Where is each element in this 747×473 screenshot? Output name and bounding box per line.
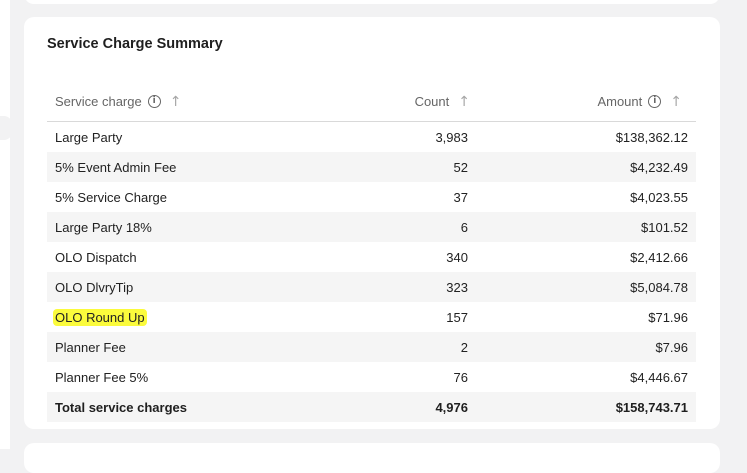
row-count: 3,983: [435, 130, 468, 145]
row-amount: $2,412.66: [630, 250, 688, 265]
left-panel-edge: [0, 0, 10, 449]
row-amount: $101.52: [641, 220, 688, 235]
card-title: Service Charge Summary: [47, 36, 223, 52]
row-service-charge: Large Party: [55, 130, 123, 145]
table-header: Service charge i ↑ Count ↑ Amount i ↑: [47, 85, 696, 122]
column-header-count-label: Count: [414, 94, 450, 109]
row-count: 340: [446, 250, 468, 265]
total-label: Total service charges: [55, 400, 187, 415]
row-amount: $4,023.55: [630, 190, 688, 205]
table-row: OLO Dispatch 340 $2,412.66: [47, 242, 696, 272]
row-service-charge: 5% Service Charge: [55, 190, 167, 205]
row-service-charge: 5% Event Admin Fee: [55, 160, 177, 175]
row-amount: $4,446.67: [630, 370, 688, 385]
row-count: 6: [460, 220, 468, 235]
column-header-amount-label: Amount: [597, 94, 643, 109]
row-count: 37: [453, 190, 468, 205]
table-row: Planner Fee 5% 76 $4,446.67: [47, 362, 696, 392]
table-row: 5% Service Charge 37 $4,023.55: [47, 182, 696, 212]
row-service-charge: OLO Dispatch: [55, 250, 137, 265]
row-count: 2: [460, 340, 468, 355]
previous-card: [24, 0, 720, 4]
table-row: OLO DlvryTip 323 $5,084.78: [47, 272, 696, 302]
row-count: 157: [446, 310, 468, 325]
column-header-service-charge-label: Service charge: [55, 94, 142, 109]
table-row: Planner Fee 2 $7.96: [47, 332, 696, 362]
column-header-count[interactable]: Count ↑: [415, 94, 470, 109]
sort-arrow-up-icon[interactable]: ↑: [670, 95, 682, 109]
row-amount: $138,362.12: [615, 130, 688, 145]
left-panel-notch: [0, 116, 12, 140]
row-count: 76: [453, 370, 468, 385]
column-header-service-charge[interactable]: Service charge i ↑: [55, 94, 181, 109]
total-count: 4,976: [435, 400, 468, 415]
table-row: OLO Round Up 157 $71.96: [47, 302, 696, 332]
table-row: Large Party 18% 6 $101.52: [47, 212, 696, 242]
row-count: 323: [446, 280, 468, 295]
table-row: Large Party 3,983 $138,362.12: [47, 122, 696, 152]
row-service-charge: Planner Fee: [55, 340, 126, 355]
row-amount: $7.96: [655, 340, 688, 355]
row-service-charge: Large Party 18%: [55, 220, 152, 235]
total-row: Total service charges 4,976 $158,743.71: [47, 392, 696, 422]
info-icon[interactable]: i: [648, 95, 662, 108]
row-service-charge: Planner Fee 5%: [55, 370, 149, 385]
row-amount: $4,232.49: [630, 160, 688, 175]
sort-arrow-up-icon[interactable]: ↑: [170, 95, 182, 109]
row-service-charge: OLO Round Up: [53, 309, 147, 326]
row-service-charge: OLO DlvryTip: [55, 280, 134, 295]
row-amount: $71.96: [648, 310, 688, 325]
info-icon[interactable]: i: [147, 95, 161, 108]
next-card: [24, 443, 720, 473]
column-header-amount[interactable]: Amount i ↑: [597, 94, 682, 109]
table-row: 5% Event Admin Fee 52 $4,232.49: [47, 152, 696, 182]
highlighted-text: OLO Round Up: [53, 309, 147, 326]
service-charge-table: Service charge i ↑ Count ↑ Amount i ↑ La…: [47, 85, 696, 422]
sort-arrow-up-icon[interactable]: ↑: [458, 95, 470, 109]
row-count: 52: [453, 160, 468, 175]
row-amount: $5,084.78: [630, 280, 688, 295]
total-amount: $158,743.71: [615, 400, 688, 415]
service-charge-summary-card: Service Charge Summary Service charge i …: [24, 17, 720, 429]
